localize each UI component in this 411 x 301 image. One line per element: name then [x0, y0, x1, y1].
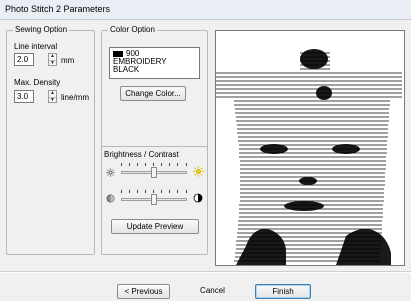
- color-name: BLACK: [113, 65, 140, 74]
- color-option-legend: Color Option: [108, 25, 157, 34]
- contrast-low-icon: [106, 194, 115, 205]
- line-interval-label: Line interval: [14, 42, 58, 51]
- line-interval-spinner[interactable]: ▲ ▼: [48, 53, 57, 66]
- brightness-high-icon: [193, 166, 204, 179]
- footer-separator: [0, 271, 411, 273]
- brightness-slider-thumb[interactable]: [151, 167, 157, 178]
- thread-color-list[interactable]: 900 EMBROIDERY BLACK: [109, 47, 200, 79]
- brightness-low-icon: [106, 168, 115, 179]
- finish-button[interactable]: Finish: [255, 284, 311, 299]
- update-preview-button[interactable]: Update Preview: [111, 219, 199, 234]
- max-density-unit: line/mm: [61, 93, 90, 102]
- photo-stitch-dialog: Photo Stitch 2 Parameters Sewing Option …: [0, 0, 411, 301]
- spin-down-icon[interactable]: ▼: [49, 60, 56, 66]
- brightness-ticks: [121, 163, 187, 166]
- line-interval-input[interactable]: 2.0: [14, 53, 34, 66]
- contrast-ticks: [121, 190, 187, 193]
- spin-up-icon[interactable]: ▲: [49, 54, 56, 59]
- spin-down-icon[interactable]: ▼: [49, 97, 56, 103]
- max-density-input[interactable]: 3.0: [14, 90, 34, 103]
- contrast-slider-thumb[interactable]: [151, 194, 157, 205]
- max-density-spinner[interactable]: ▲ ▼: [48, 90, 57, 103]
- previous-button[interactable]: < Previous: [117, 284, 170, 299]
- stitch-preview-image: [216, 49, 402, 265]
- dialog-client-area: Sewing Option Line interval 2.0 ▲ ▼ mm M…: [0, 20, 411, 301]
- spin-up-icon[interactable]: ▲: [49, 91, 56, 96]
- cancel-button[interactable]: Cancel: [186, 284, 239, 299]
- sewing-option-legend: Sewing Option: [13, 25, 70, 34]
- stitch-preview: [215, 30, 405, 266]
- change-color-button[interactable]: Change Color...: [120, 86, 186, 101]
- max-density-label: Max. Density: [14, 78, 61, 87]
- brightness-contrast-legend: Brightness / Contrast: [104, 150, 179, 159]
- contrast-high-icon: [193, 193, 203, 205]
- line-interval-unit: mm: [61, 56, 75, 65]
- title-bar: Photo Stitch 2 Parameters: [0, 0, 411, 20]
- window-title: Photo Stitch 2 Parameters: [5, 4, 111, 14]
